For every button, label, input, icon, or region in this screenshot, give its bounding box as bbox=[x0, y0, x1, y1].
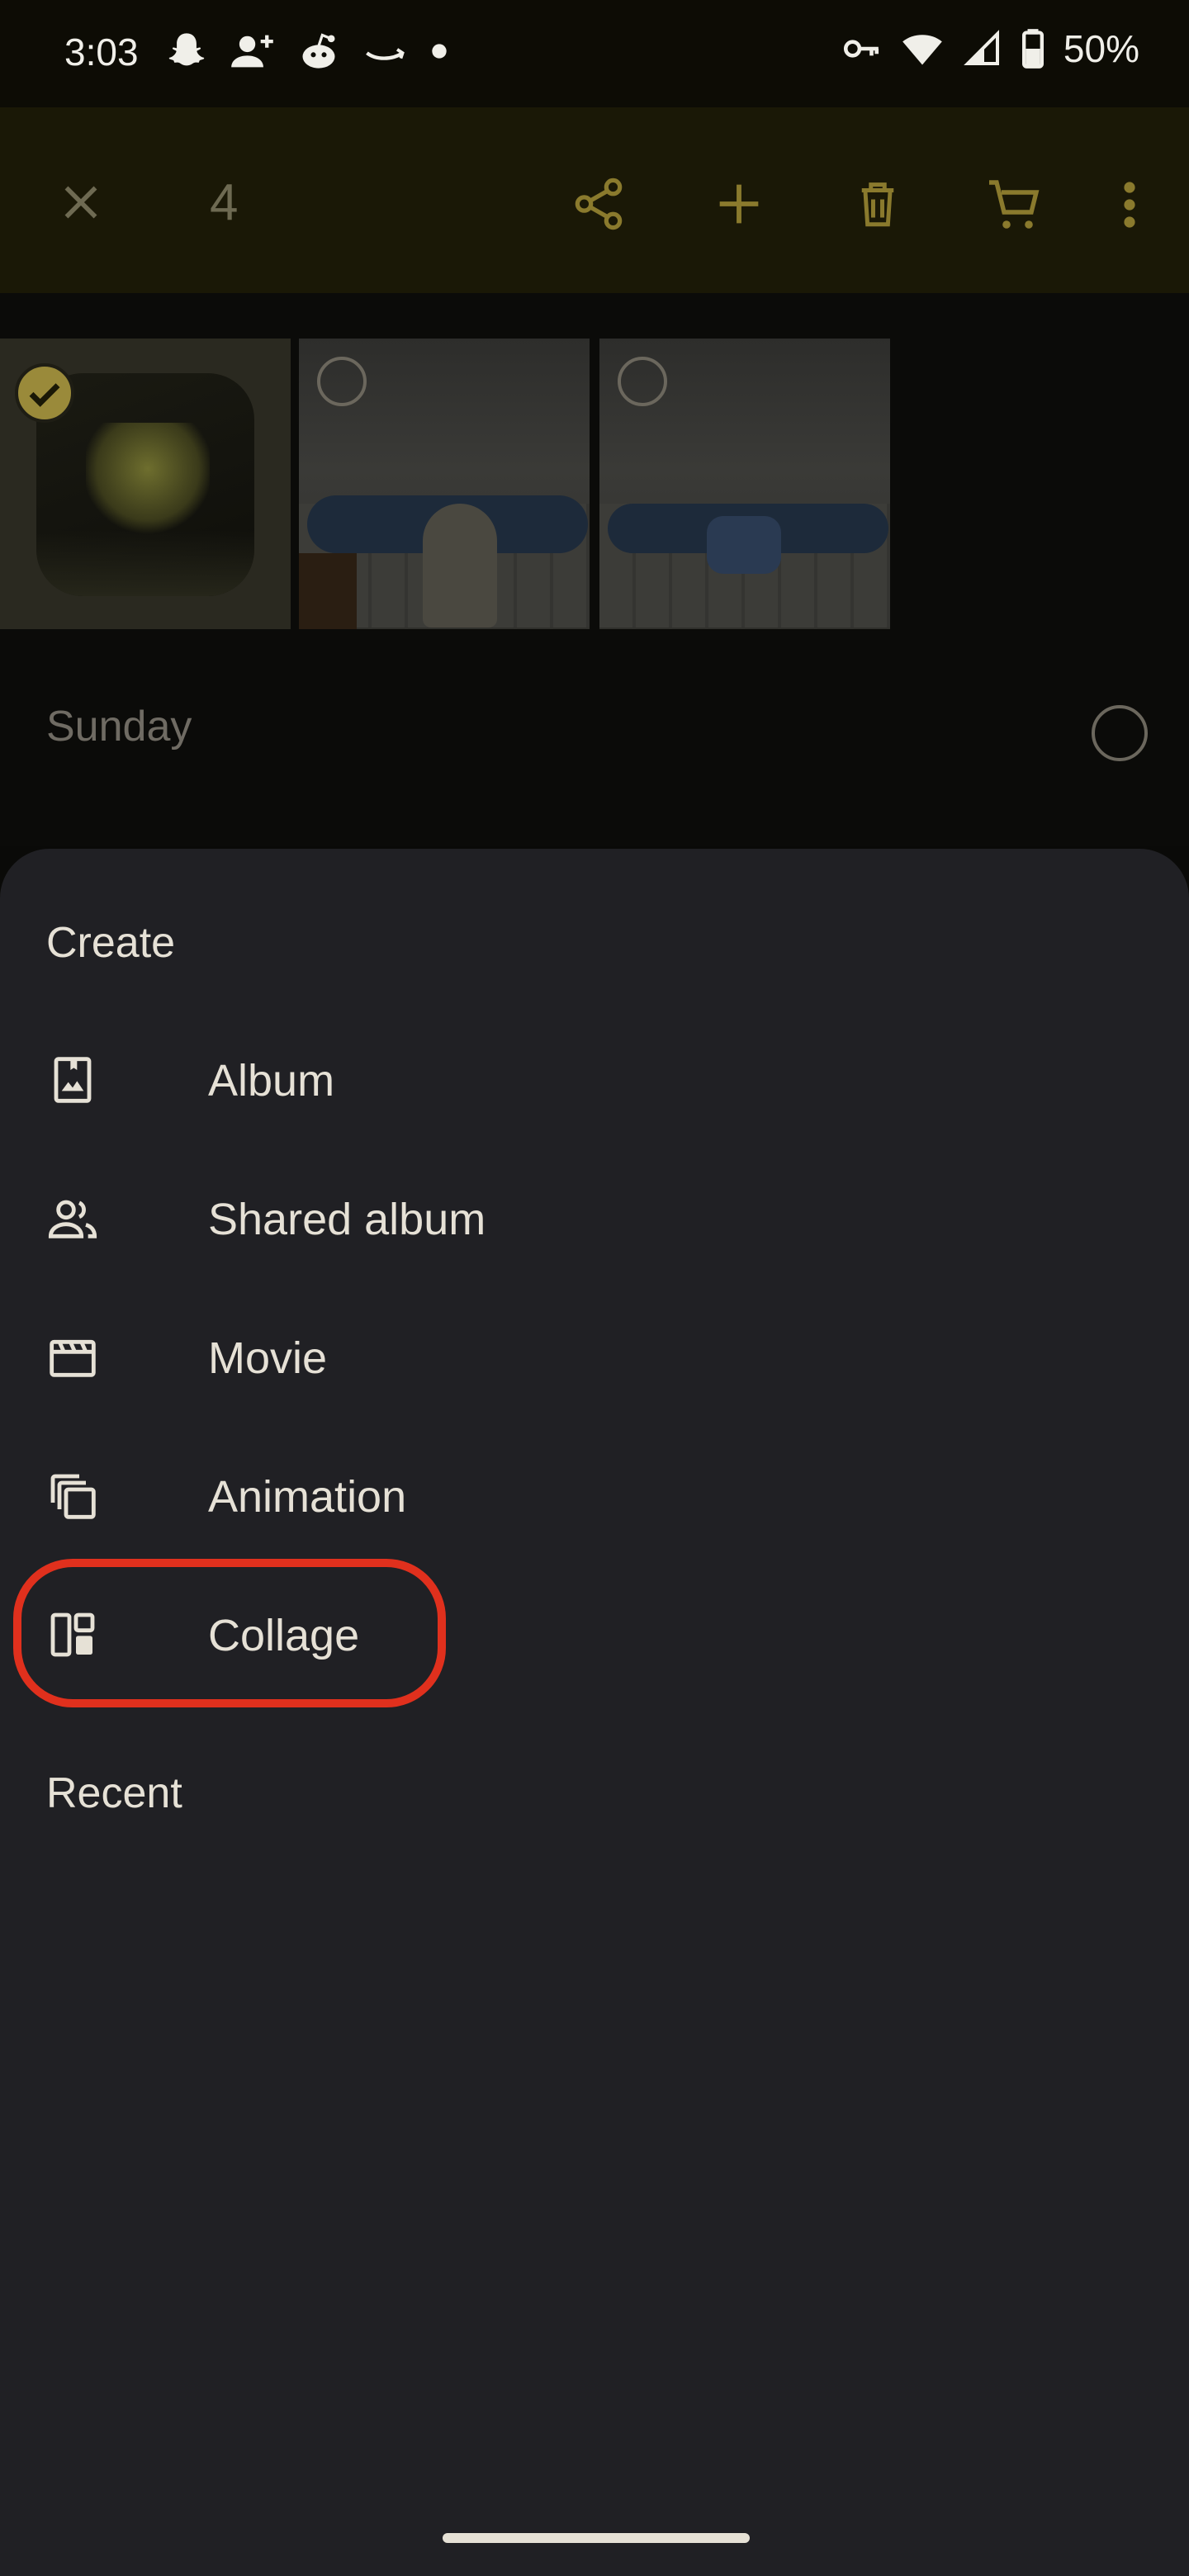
photo-thumbnail[interactable] bbox=[299, 339, 590, 629]
snapchat-icon bbox=[168, 33, 205, 66]
more-icon[interactable] bbox=[1115, 175, 1144, 234]
select-circle-icon[interactable] bbox=[618, 357, 667, 406]
add-person-icon bbox=[231, 35, 273, 68]
cell-signal-icon bbox=[964, 30, 999, 65]
photo-thumbnail[interactable] bbox=[0, 339, 291, 629]
create-bottom-sheet: Create Album Shared album Movie Animatio… bbox=[0, 849, 1189, 2576]
shared-album-icon bbox=[48, 1200, 97, 1238]
select-day-icon[interactable] bbox=[1092, 705, 1148, 761]
vpn-key-icon bbox=[843, 40, 879, 58]
menu-item-shared-album[interactable]: Shared album bbox=[0, 1149, 1189, 1288]
menu-label-movie: Movie bbox=[208, 1333, 328, 1383]
battery-level: 50% bbox=[1063, 27, 1139, 70]
animation-icon bbox=[50, 1474, 96, 1519]
reddit-icon bbox=[302, 33, 335, 69]
select-circle-icon[interactable] bbox=[317, 357, 367, 406]
selection-toolbar: 4 bbox=[0, 107, 1189, 293]
status-bar: 3:03 50% bbox=[0, 0, 1189, 107]
menu-item-album[interactable]: Album bbox=[0, 1011, 1189, 1149]
selected-check-icon[interactable] bbox=[15, 363, 74, 423]
create-header: Create bbox=[46, 919, 176, 967]
menu-label-shared-album: Shared album bbox=[208, 1195, 486, 1244]
menu-label-animation: Animation bbox=[208, 1472, 407, 1522]
recent-header: Recent bbox=[46, 1769, 182, 1817]
menu-item-animation[interactable]: Animation bbox=[0, 1427, 1189, 1565]
amazon-icon bbox=[366, 48, 405, 60]
share-icon[interactable] bbox=[570, 175, 628, 233]
album-icon bbox=[54, 1057, 92, 1103]
status-time: 3:03 bbox=[64, 31, 139, 73]
shopping-cart-icon[interactable] bbox=[984, 175, 1044, 234]
photo-grid bbox=[0, 293, 1189, 846]
selection-count: 4 bbox=[210, 174, 239, 231]
close-icon[interactable] bbox=[56, 178, 106, 227]
movie-icon bbox=[50, 1339, 96, 1377]
battery-icon bbox=[1021, 29, 1044, 69]
gesture-nav-handle[interactable] bbox=[443, 2533, 750, 2543]
add-icon[interactable] bbox=[710, 175, 768, 233]
notification-icons bbox=[165, 30, 449, 73]
menu-item-movie[interactable]: Movie bbox=[0, 1288, 1189, 1427]
photo-thumbnail[interactable] bbox=[599, 339, 890, 629]
delete-icon[interactable] bbox=[850, 175, 905, 233]
day-label: Sunday bbox=[46, 703, 192, 751]
more-notifications-icon bbox=[432, 44, 447, 59]
menu-label-album: Album bbox=[208, 1056, 335, 1106]
collage-highlight-annotation bbox=[13, 1559, 446, 1707]
wifi-icon bbox=[902, 35, 942, 65]
